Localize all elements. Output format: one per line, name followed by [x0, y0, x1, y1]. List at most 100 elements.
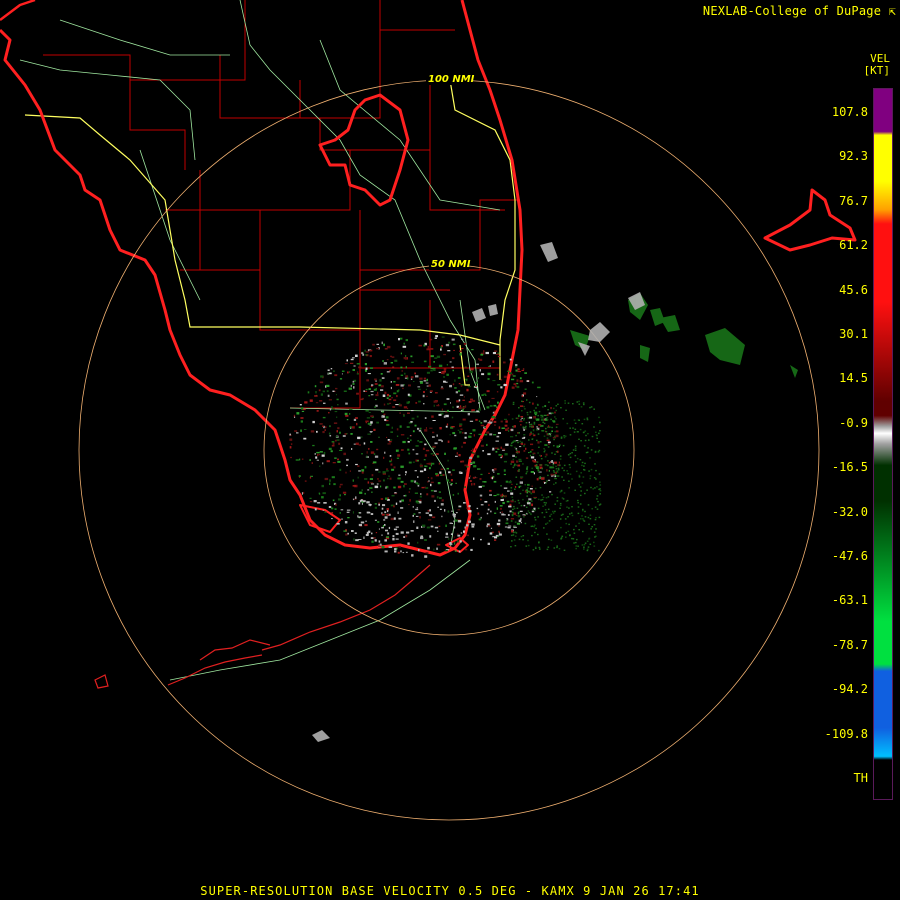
- echo-cell: [300, 420, 303, 423]
- echo-cell: [540, 418, 544, 421]
- echo-cell: [388, 440, 392, 443]
- echo-cell: [359, 500, 362, 503]
- echo-cell: [573, 431, 576, 433]
- echo-cell: [340, 509, 344, 511]
- echo-cell: [398, 546, 401, 548]
- echo-cell: [488, 365, 490, 367]
- echo-cell: [511, 386, 515, 389]
- echo-cell: [580, 472, 582, 474]
- echo-cell: [523, 450, 526, 452]
- echo-cell: [512, 425, 514, 428]
- echo-cell: [509, 358, 512, 361]
- echo-cell: [551, 493, 553, 496]
- echo-cell: [534, 516, 536, 519]
- echo-cell: [545, 431, 548, 433]
- echo-cell: [523, 392, 527, 395]
- echo-cell: [526, 399, 528, 401]
- echo-cell: [458, 550, 461, 553]
- echo-cell: [369, 367, 373, 369]
- echo-cell: [338, 442, 341, 445]
- echo-cell: [377, 391, 379, 395]
- echo-cell: [584, 516, 587, 518]
- echo-cell: [529, 433, 533, 435]
- echo-cell: [475, 418, 478, 421]
- echo-cell: [486, 525, 488, 528]
- echo-cell: [446, 409, 449, 412]
- echo-cell: [511, 540, 513, 542]
- echo-cell: [583, 544, 586, 546]
- echo-cell: [512, 454, 515, 457]
- echo-cell: [337, 427, 340, 430]
- echo-cell: [424, 465, 426, 467]
- echo-cell: [329, 372, 332, 375]
- echo-cell: [487, 453, 491, 456]
- echo-cell: [429, 427, 433, 429]
- echo-cell: [346, 509, 351, 511]
- echo-cell: [401, 449, 404, 451]
- echo-cell: [410, 530, 414, 532]
- echo-cell: [463, 441, 466, 444]
- echo-cell: [353, 386, 355, 389]
- echo-cell: [435, 335, 438, 338]
- echo-cell: [545, 427, 547, 430]
- echo-cell: [314, 395, 318, 397]
- echo-cell: [352, 380, 355, 383]
- echo-cell: [489, 532, 493, 535]
- echo-cell: [514, 535, 517, 537]
- echo-cell: [415, 508, 419, 511]
- echo-cell: [355, 463, 358, 466]
- echo-cell: [589, 543, 592, 545]
- credit-text[interactable]: NEXLAB-College of DuPage ⇱: [703, 4, 896, 18]
- echo-cell: [581, 464, 583, 467]
- echo-cell: [398, 474, 401, 476]
- echo-cell: [395, 526, 399, 528]
- echo-cell: [395, 449, 398, 452]
- echo-cell: [315, 402, 319, 404]
- echo-cell: [493, 480, 497, 483]
- echo-cell: [464, 548, 468, 551]
- echo-cell: [317, 502, 321, 504]
- echo-cell: [500, 446, 503, 449]
- echo-cell: [528, 491, 531, 493]
- echo-cell: [433, 400, 437, 403]
- range-rings: [78, 79, 820, 821]
- echo-cell: [368, 388, 371, 390]
- echo-cell: [510, 444, 513, 447]
- echo-cell: [556, 475, 560, 477]
- echo-cell: [569, 466, 571, 469]
- echo-cell: [599, 493, 601, 495]
- echo-cell: [561, 467, 564, 469]
- echo-cell: [358, 366, 362, 369]
- echo-cell: [588, 523, 590, 525]
- echo-cell: [364, 390, 368, 392]
- echo-cell: [498, 454, 502, 456]
- echo-cell: [427, 346, 429, 349]
- echo-cell: [494, 417, 497, 420]
- echo-cell: [530, 431, 532, 433]
- echo-cell: [521, 369, 524, 371]
- echo-cell: [574, 445, 577, 447]
- echo-cell: [332, 442, 335, 445]
- echo-cell: [326, 460, 330, 463]
- echo-cell: [346, 458, 349, 461]
- echo-cell: [529, 424, 531, 426]
- echo-cell: [378, 436, 380, 438]
- echo-cell: [533, 409, 535, 412]
- echo-cell: [557, 467, 560, 469]
- echo-cell: [560, 489, 563, 492]
- echo-cell: [537, 452, 539, 454]
- echo-cell: [436, 547, 438, 550]
- echo-cell: [350, 362, 354, 364]
- echo-cell: [289, 433, 291, 436]
- echo-cell: [578, 474, 581, 477]
- echo-cell: [405, 355, 407, 357]
- echo-cell: [366, 451, 368, 454]
- echo-cell: [390, 381, 392, 383]
- echo-cell: [560, 538, 562, 540]
- echo-cell: [527, 544, 530, 547]
- echo-cell: [374, 539, 377, 542]
- echo-cell: [299, 458, 301, 461]
- echo-cell: [387, 477, 389, 480]
- echo-cell: [421, 524, 426, 527]
- echo-cell: [425, 388, 427, 391]
